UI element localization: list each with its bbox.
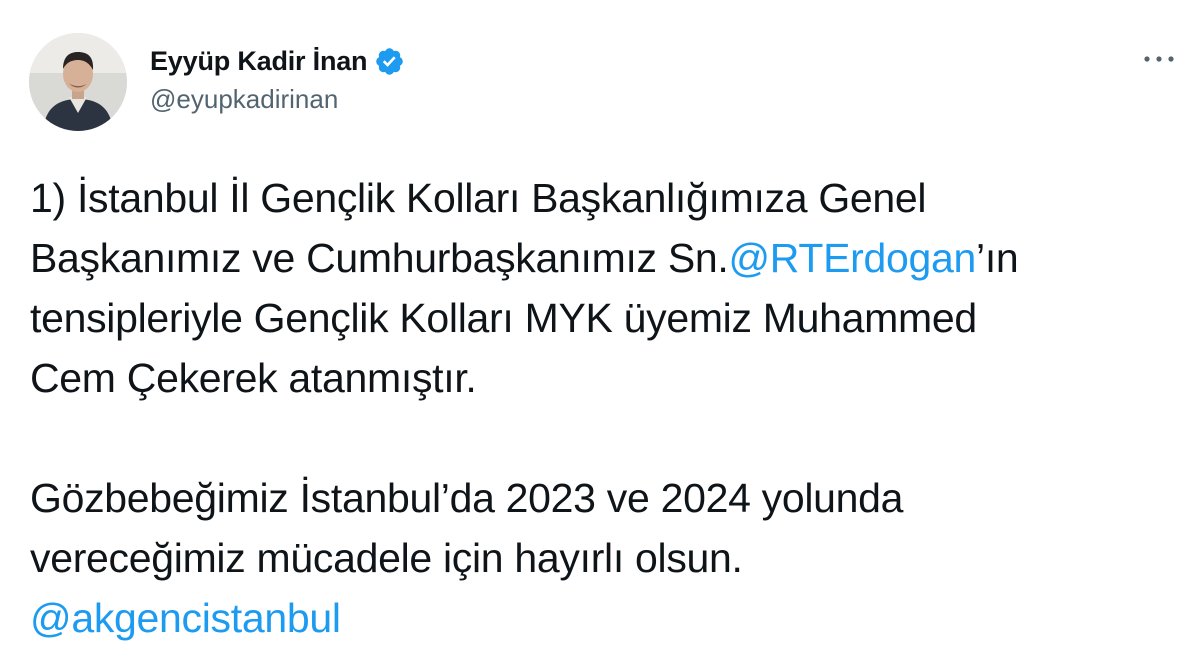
tweet-line: @akgencistanbul bbox=[30, 588, 1180, 648]
tweet-line: 1) İstanbul İl Gençlik Kolları Başkanlığ… bbox=[30, 175, 927, 221]
tweet-line: Gözbebeğimiz İstanbul’da 2023 ve 2024 yo… bbox=[30, 475, 904, 521]
avatar-photo bbox=[29, 33, 127, 131]
author-handle[interactable]: @eyupkadirinan bbox=[150, 84, 338, 115]
tweet-card: Eyyüp Kadir İnan @eyupkadirinan 1) İstan… bbox=[0, 0, 1200, 641]
tweet-line: Başkanımız ve Cumhurbaşkanımız Sn.@RTErd… bbox=[30, 228, 1180, 288]
mention-link-akgencistanbul[interactable]: @akgencistanbul bbox=[30, 595, 341, 641]
tweet-line: vereceğimiz mücadele için hayırlı olsun. bbox=[30, 535, 743, 581]
tweet-text-segment: Başkanımız ve Cumhurbaşkanımız Sn. bbox=[30, 235, 729, 281]
display-name[interactable]: Eyyüp Kadir İnan bbox=[150, 46, 368, 77]
mention-link-rterdogan[interactable]: @RTErdogan bbox=[728, 235, 976, 281]
tweet-line: Cem Çekerek atanmıştır. bbox=[30, 355, 477, 401]
tweet-text-segment: ’ın bbox=[976, 235, 1019, 281]
more-options-icon bbox=[1144, 56, 1174, 62]
more-options-button[interactable] bbox=[1136, 42, 1182, 76]
tweet-text: 1) İstanbul İl Gençlik Kolları Başkanlığ… bbox=[30, 168, 1180, 648]
avatar[interactable] bbox=[29, 33, 127, 131]
tweet-line: tensipleriyle Gençlik Kolları MYK üyemiz… bbox=[30, 295, 977, 341]
author-name-row[interactable]: Eyyüp Kadir İnan bbox=[150, 41, 405, 81]
verified-badge-icon bbox=[376, 47, 404, 75]
